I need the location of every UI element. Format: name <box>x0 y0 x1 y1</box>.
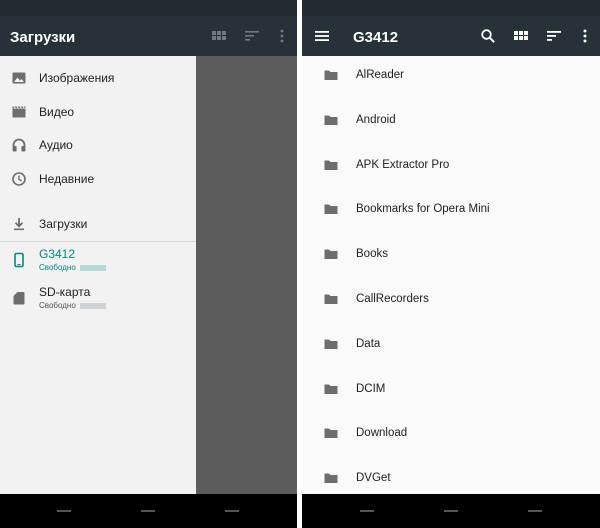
folder-name: Download <box>356 427 408 440</box>
folder-icon <box>323 470 339 486</box>
right-phone-screen: G3412 AlReader Android APK Extractor Pro Bo… <box>302 0 600 528</box>
more-options-icon[interactable] <box>577 28 593 44</box>
redacted-value <box>79 302 106 309</box>
folder-icon <box>323 336 339 352</box>
nav-back-button[interactable] <box>57 510 71 512</box>
folder-name: APK Extractor Pro <box>356 158 450 171</box>
folder-row[interactable]: CallRecorders <box>302 280 600 324</box>
drawer-scrim[interactable] <box>196 56 297 494</box>
drawer-item-label: Изображения <box>39 71 115 85</box>
file-list: AlReader Android APK Extractor Pro Bookmark… <box>302 56 600 494</box>
folder-icon <box>323 246 339 262</box>
sort-icon[interactable] <box>244 28 260 44</box>
app-bar-behind-drawer <box>196 16 297 56</box>
navigation-drawer: Загрузки Изображения Видео Аудио Недавни… <box>0 16 196 494</box>
folder-icon <box>323 201 339 217</box>
sd-card-icon <box>11 290 27 306</box>
folder-name: Android <box>356 113 396 126</box>
status-bar <box>302 0 600 16</box>
menu-icon[interactable] <box>314 28 330 44</box>
drawer-divider <box>0 241 196 242</box>
clock-icon <box>11 171 27 187</box>
app-bar: G3412 <box>302 16 600 56</box>
folder-name: DCIM <box>356 382 386 395</box>
folder-row[interactable]: APK Extractor Pro <box>302 146 600 190</box>
drawer-item-audio[interactable]: Аудио <box>0 129 196 161</box>
nav-recents-button[interactable] <box>225 510 239 512</box>
drawer-item-label: Недавние <box>39 172 95 186</box>
folder-icon <box>323 157 339 173</box>
grid-view-icon[interactable] <box>513 28 529 44</box>
folder-row[interactable]: DVGet <box>302 459 600 494</box>
system-nav-bar <box>0 494 297 528</box>
app-bar-title: G3412 <box>353 29 399 46</box>
folder-name: DVGet <box>356 472 391 485</box>
drawer-item-downloads[interactable]: Загрузки <box>0 208 196 240</box>
drawer-item-label: Загрузки <box>39 217 88 231</box>
drawer-item-label: Видео <box>39 105 75 119</box>
nav-recents-button[interactable] <box>528 510 542 512</box>
folder-icon <box>323 425 339 441</box>
folder-name: AlReader <box>356 69 404 81</box>
drawer-item-label: Аудио <box>39 138 73 152</box>
status-bar <box>0 0 297 16</box>
phone-icon <box>11 252 27 268</box>
drawer-item-sd-card[interactable]: SD-карта Свободно <box>0 282 196 314</box>
search-icon[interactable] <box>480 28 496 44</box>
drawer-item-internal-storage[interactable]: G3412 Свободно <box>0 244 196 276</box>
image-icon <box>11 70 27 86</box>
folder-row[interactable]: Android <box>302 101 600 145</box>
headphones-icon <box>11 137 27 153</box>
folder-row[interactable]: DCIM <box>302 370 600 414</box>
folder-name: Bookmarks for Opera Mini <box>356 203 490 216</box>
folder-name: CallRecorders <box>356 293 429 305</box>
drawer-item-label: G3412 <box>39 247 76 261</box>
system-nav-bar <box>302 494 600 528</box>
folder-icon <box>323 381 339 397</box>
folder-icon <box>323 291 339 307</box>
folder-name: Books <box>356 248 388 261</box>
drawer-title: Загрузки <box>0 16 196 56</box>
download-icon <box>11 216 27 232</box>
nav-home-button[interactable] <box>444 510 458 512</box>
folder-row[interactable]: Data <box>302 325 600 369</box>
folder-name: Data <box>356 337 381 350</box>
left-phone-screen: Загрузки Изображения Видео Аудио Недавни… <box>0 0 297 528</box>
drawer-item-video[interactable]: Видео <box>0 96 196 128</box>
sort-icon[interactable] <box>546 28 562 44</box>
drawer-item-label: SD-карта <box>39 285 91 299</box>
folder-row[interactable]: AlReader <box>302 56 600 100</box>
folder-row[interactable]: Download <box>302 414 600 458</box>
folder-icon <box>323 67 339 83</box>
more-options-icon[interactable] <box>274 28 290 44</box>
grid-view-icon[interactable] <box>211 28 227 44</box>
folder-row[interactable]: Books <box>302 235 600 279</box>
nav-home-button[interactable] <box>141 510 155 512</box>
drawer-item-images[interactable]: Изображения <box>0 62 196 94</box>
free-space-text: Свободно <box>39 263 106 272</box>
folder-icon <box>323 112 339 128</box>
video-icon <box>11 104 27 120</box>
redacted-value <box>79 264 106 271</box>
free-space-text: Свободно <box>39 301 106 310</box>
nav-back-button[interactable] <box>360 510 374 512</box>
drawer-item-recent[interactable]: Недавние <box>0 163 196 195</box>
folder-row[interactable]: Bookmarks for Opera Mini <box>302 190 600 234</box>
